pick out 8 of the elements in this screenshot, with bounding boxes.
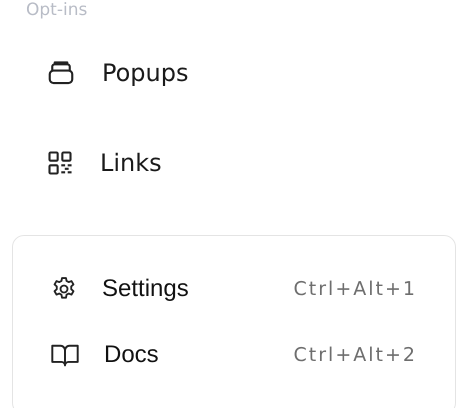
nav-item[interactable]: Popups (0, 28, 459, 118)
menu-item[interactable]: Settings Ctrl+Alt+1 (13, 256, 455, 322)
qr-code-icon (46, 149, 74, 177)
keyboard-shortcut: Ctrl+Alt+2 (294, 344, 417, 366)
keyboard-shortcut: Ctrl+Alt+1 (294, 278, 417, 300)
section-heading: Opt-ins (25, 0, 88, 20)
nav-item[interactable]: Links (0, 118, 459, 208)
menu-item[interactable]: Docs Ctrl+Alt+2 (13, 322, 455, 388)
